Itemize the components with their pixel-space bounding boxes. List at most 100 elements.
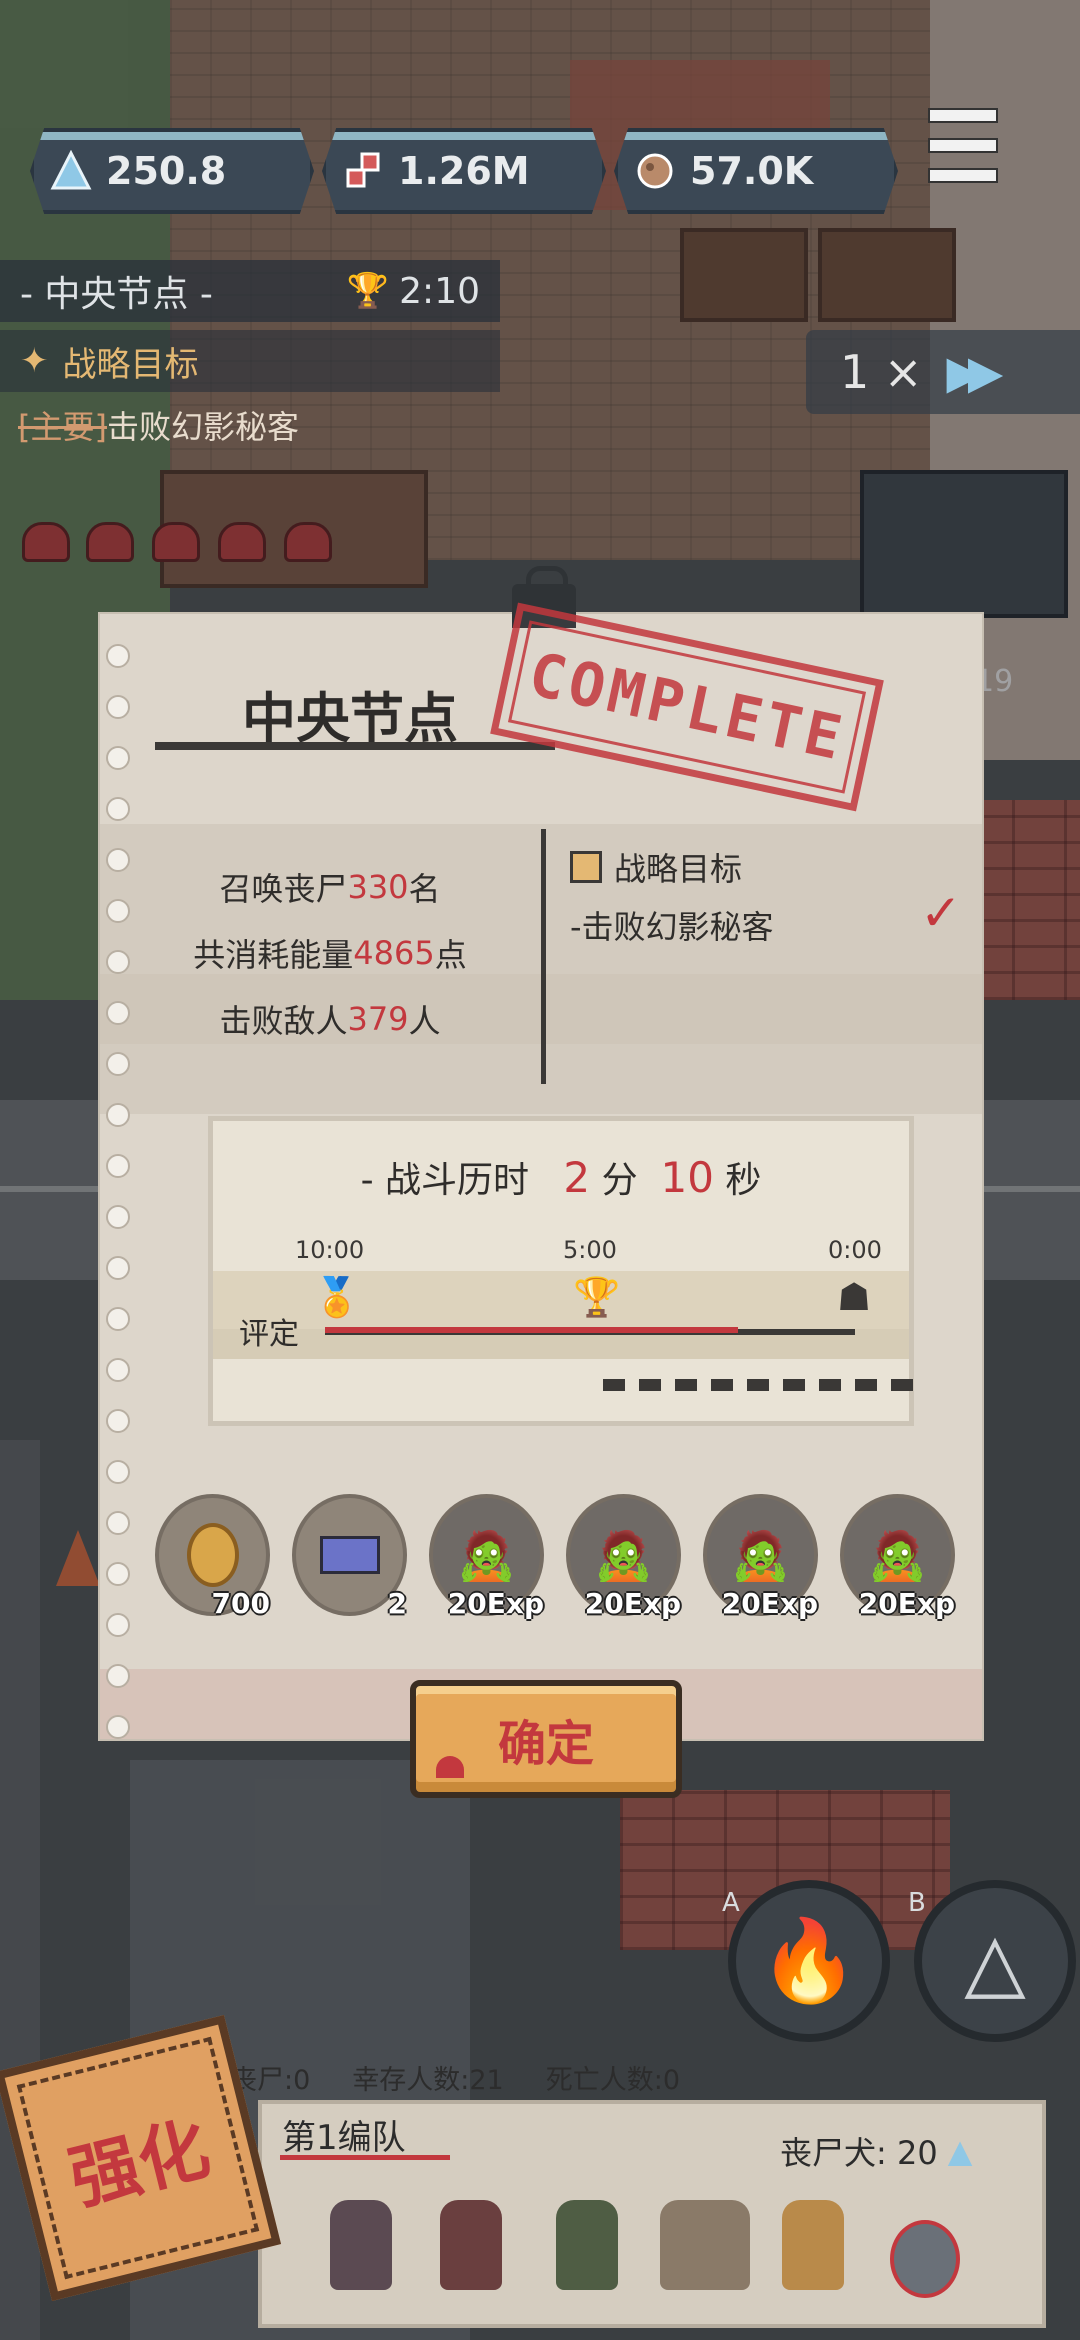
- team-unit[interactable]: [556, 2200, 618, 2290]
- timeline-progress: [325, 1327, 738, 1333]
- blood-drops-icon: [340, 148, 386, 194]
- dog-count-label: 丧尸犬: 20: [780, 2134, 938, 2172]
- duration-prefix: - 战斗历时: [360, 1160, 530, 1201]
- stat-value: 379: [347, 1000, 409, 1038]
- game-speed-button[interactable]: 1 × ▶▶: [806, 330, 1080, 414]
- enhance-label: 强化: [61, 2106, 218, 2221]
- stat-value: 4865: [353, 934, 435, 972]
- rating-label: 评定: [239, 1317, 299, 1352]
- resource-value: 250.8: [106, 149, 227, 193]
- stat-unit: 名: [408, 870, 441, 908]
- duration-seconds: 10: [660, 1153, 714, 1202]
- title-underline: [155, 742, 555, 750]
- gold-trophy-icon: 🏆: [573, 1275, 621, 1319]
- skull-medal-icon: ☗: [837, 1275, 872, 1319]
- reward-qty: 20Exp: [447, 1587, 544, 1620]
- survivor-count: 幸存人数:21: [352, 2065, 504, 2096]
- zombie-dog-count: 丧尸犬: 20 ▲: [780, 2128, 972, 2174]
- confirm-label: 确定: [497, 1716, 594, 1772]
- reward-qty: 2: [387, 1587, 407, 1620]
- trophy-icon: 🏆: [346, 271, 390, 311]
- reward-qty: 20Exp: [858, 1587, 955, 1620]
- tick-label: 5:00: [563, 1236, 617, 1264]
- binder-holes: [106, 644, 130, 1739]
- stat-unit: 点: [434, 936, 467, 974]
- level-timer: 🏆 2:10: [347, 271, 480, 312]
- resource-value: 57.0K: [690, 149, 814, 193]
- objective-header[interactable]: ✦ 战略目标: [0, 330, 500, 392]
- objective-checkbox-icon: [570, 851, 602, 883]
- team-unit[interactable]: [890, 2220, 960, 2298]
- reward-zombie-exp[interactable]: 🧟 20Exp: [703, 1494, 818, 1620]
- coin-icon: [186, 1523, 239, 1587]
- fast-forward-icon: ▶▶: [946, 345, 1003, 399]
- reward-qty: 20Exp: [584, 1587, 681, 1620]
- card-icon: [319, 1536, 380, 1574]
- skill-key-label: B: [908, 1888, 926, 1918]
- reward-zombie-exp[interactable]: 🧟 20Exp: [840, 1494, 955, 1620]
- resource-ore[interactable]: 57.0K: [614, 128, 898, 214]
- objective-summary-title: 战略目标: [614, 850, 743, 888]
- stat-label: 击败敌人: [219, 1002, 348, 1040]
- battle-stats: 召唤丧尸 330 名 共消耗能量 4865 点 击败敌人 379 人: [160, 854, 500, 1052]
- resource-crystal[interactable]: 250.8: [30, 128, 314, 214]
- zombie-portrait-icon: 🧟: [456, 1527, 517, 1584]
- resource-value: 1.26M: [398, 149, 530, 193]
- objective-line: [主要]击败幻影秘客: [18, 402, 299, 448]
- ore-icon: [632, 148, 678, 194]
- resource-blood[interactable]: 1.26M: [322, 128, 606, 214]
- blob-icon: [436, 1756, 464, 1778]
- fire-summon-icon: 🔥: [759, 1914, 859, 2007]
- sparkle-icon: ✦: [20, 341, 49, 381]
- zombie-portrait-icon: 🧟: [867, 1527, 928, 1584]
- team-unit[interactable]: [660, 2200, 750, 2290]
- pyramid-icon: △: [964, 1914, 1026, 2008]
- objective-summary-desc: -击败幻影秘客: [570, 908, 774, 946]
- reward-card[interactable]: 2: [292, 1494, 407, 1620]
- battle-duration: - 战斗历时 2 分 10 秒: [213, 1151, 909, 1203]
- reward-zombie-exp[interactable]: 🧟 20Exp: [566, 1494, 681, 1620]
- battle-time-card: - 战斗历时 2 分 10 秒 10:00 5:00 0:00 🏅 🏆 ☗ 评定: [208, 1116, 914, 1426]
- reward-qty: 20Exp: [721, 1587, 818, 1620]
- stat-label: 召唤丧尸: [219, 870, 348, 908]
- checkmark-icon: ✓: [920, 884, 962, 942]
- duration-min-unit: 分: [601, 1160, 638, 1201]
- reward-list: 700 2 🧟 20Exp 🧟 20Exp 🧟 20Exp 🧟 20Exp: [155, 1494, 955, 1620]
- hamburger-menu-icon[interactable]: [928, 108, 998, 192]
- dead-count: 死亡人数:0: [545, 2065, 681, 2096]
- stat-label: 共消耗能量: [193, 936, 354, 974]
- confirm-button[interactable]: 确定: [410, 1680, 682, 1798]
- unit-counts: 丧尸:0 幸存人数:21 死亡人数:0: [230, 2058, 680, 2097]
- team-unit[interactable]: [440, 2200, 502, 2290]
- tick-label: 0:00: [828, 1236, 882, 1264]
- bronze-medal-icon: 🏅: [313, 1275, 361, 1319]
- duration-minutes: 2: [563, 1153, 591, 1202]
- objective-summary: 战略目标 -击败幻影秘客: [570, 844, 960, 948]
- skill-b-button[interactable]: △: [914, 1880, 1076, 2042]
- stat-defeated: 击败敌人 379 人: [160, 986, 500, 1052]
- reward-zombie-exp[interactable]: 🧟 20Exp: [429, 1494, 544, 1620]
- objective-tag: [主要]: [18, 408, 107, 446]
- objective-text: 击败幻影秘客: [106, 408, 299, 446]
- skill-a-button[interactable]: 🔥: [728, 1880, 890, 2042]
- stat-unit: 人: [408, 1002, 441, 1040]
- team-unit[interactable]: [782, 2200, 844, 2290]
- reward-qty: 700: [211, 1587, 270, 1620]
- zombie-portrait-icon: 🧟: [593, 1527, 654, 1584]
- stat-summoned: 召唤丧尸 330 名: [160, 854, 500, 920]
- triangle-crystal-icon: ▲: [947, 2132, 973, 2170]
- timer-value: 2:10: [399, 270, 480, 312]
- team-unit[interactable]: [330, 2200, 392, 2290]
- reward-coin[interactable]: 700: [155, 1494, 270, 1620]
- team-name[interactable]: 第1编队: [282, 2110, 406, 2159]
- duration-sec-unit: 秒: [725, 1160, 762, 1201]
- zombie-portrait-icon: 🧟: [730, 1527, 791, 1584]
- stat-value: 330: [347, 868, 409, 906]
- card-dashes: [603, 1379, 913, 1391]
- stat-energy: 共消耗能量 4865 点: [160, 920, 500, 986]
- triangle-crystal-icon: [48, 148, 94, 194]
- level-name-bar: - 中央节点 - 🏆 2:10: [0, 260, 500, 322]
- speed-label: 1 ×: [840, 345, 923, 399]
- tick-label: 10:00: [295, 1236, 365, 1264]
- level-name: - 中央节点 -: [20, 274, 213, 315]
